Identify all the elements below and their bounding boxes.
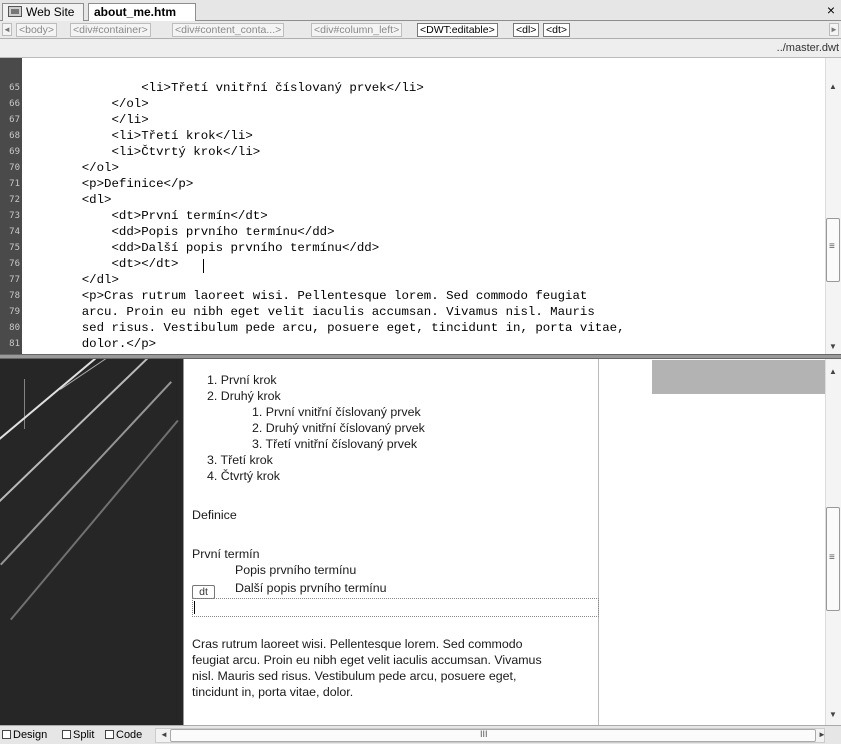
scroll-right-icon[interactable]: ► bbox=[815, 730, 829, 739]
line-number: 65 bbox=[9, 83, 20, 93]
nested-list-item[interactable]: 1. První vnitřní číslovaný prvek bbox=[252, 405, 421, 419]
code-line[interactable]: <dd>Další popis prvního termínu</dd> bbox=[52, 241, 379, 255]
nested-list-item[interactable]: 3. Třetí vnitřní číslovaný prvek bbox=[252, 437, 417, 451]
scroll-grip-icon: ≡ bbox=[829, 241, 835, 252]
tag-dwt-editable[interactable]: <DWT:editable> bbox=[417, 23, 498, 37]
tag-dt[interactable]: <dt> bbox=[543, 23, 571, 37]
design-cursor bbox=[194, 601, 195, 614]
ordered-list-item[interactable]: 4. Čtvrtý krok bbox=[207, 469, 280, 483]
code-line[interactable]: <dd>Popis prvního termínu</dd> bbox=[52, 225, 334, 239]
scroll-left-icon[interactable]: ◄ bbox=[157, 730, 171, 739]
line-number: 71 bbox=[9, 179, 20, 189]
tag-dl[interactable]: <dl> bbox=[513, 23, 540, 37]
header-photo bbox=[0, 359, 183, 725]
dt-tag-badge: dt bbox=[192, 585, 215, 599]
tag-body[interactable]: <body> bbox=[16, 23, 58, 37]
tag-div-content-container[interactable]: <div#content_conta...> bbox=[172, 23, 285, 37]
sidebar-box-edge bbox=[652, 359, 825, 360]
code-line[interactable]: <dt></dt> bbox=[52, 257, 178, 271]
scroll-grip-icon: ≡ bbox=[829, 552, 835, 563]
code-line[interactable]: <li>Třetí vnitřní číslovaný prvek</li> bbox=[52, 81, 424, 95]
code-view[interactable]: 65 66 67 68 69 70 71 72 73 74 75 76 77 7… bbox=[0, 58, 841, 354]
scroll-grip-icon: III bbox=[480, 729, 488, 739]
template-path-bar: ../master.dwt bbox=[0, 39, 841, 58]
code-line[interactable]: </li> bbox=[52, 113, 148, 127]
code-line[interactable]: <dt>První termín</dt> bbox=[52, 209, 267, 223]
paragraph-line[interactable]: Cras rutrum laoreet wisi. Pellentesque l… bbox=[192, 637, 523, 651]
line-number: 76 bbox=[9, 259, 20, 269]
site-icon bbox=[8, 6, 22, 17]
line-number-gutter: 65 66 67 68 69 70 71 72 73 74 75 76 77 7… bbox=[0, 58, 22, 354]
tab-web-site[interactable]: Web Site bbox=[2, 3, 84, 21]
definition-paragraph[interactable]: Definice bbox=[192, 508, 237, 522]
tag-scroll-left-icon[interactable]: ◄ bbox=[2, 23, 12, 36]
line-number: 77 bbox=[9, 275, 20, 285]
line-number: 80 bbox=[9, 323, 20, 333]
line-number: 68 bbox=[9, 131, 20, 141]
line-number: 79 bbox=[9, 307, 20, 317]
tag-scroll-right-icon[interactable]: ► bbox=[829, 23, 839, 36]
code-view-icon bbox=[105, 730, 114, 739]
code-line[interactable]: sed risus. Vestibulum pede arcu, posuere… bbox=[52, 321, 625, 335]
design-view-label: Design bbox=[13, 729, 48, 741]
definition-term[interactable]: První termín bbox=[192, 547, 259, 561]
definition-description[interactable]: Popis prvního termínu bbox=[235, 563, 356, 577]
line-number: 72 bbox=[9, 195, 20, 205]
code-line[interactable]: </ol> bbox=[52, 161, 119, 175]
paragraph-line[interactable]: nisl. Mauris sed risus. Vestibulum pede … bbox=[192, 669, 516, 683]
line-number: 73 bbox=[9, 211, 20, 221]
code-line[interactable]: dolor.</p> bbox=[52, 337, 156, 351]
empty-definition-term[interactable] bbox=[192, 598, 599, 617]
tag-div-column-left[interactable]: <div#column_left> bbox=[311, 23, 403, 37]
tag-div-container[interactable]: <div#container> bbox=[70, 23, 151, 37]
code-line[interactable]: <li>Čtvrtý krok</li> bbox=[52, 145, 260, 159]
line-number: 67 bbox=[9, 115, 20, 125]
paragraph-line[interactable]: tincidunt in, porta vitae, dolor. bbox=[192, 685, 353, 699]
tab-web-site-label: Web Site bbox=[26, 5, 75, 19]
code-line[interactable]: <p>Definice</p> bbox=[52, 177, 194, 191]
template-path[interactable]: ../master.dwt bbox=[777, 42, 839, 54]
ordered-list-item[interactable]: 1. První krok bbox=[207, 373, 277, 387]
tag-selector-bar: ◄ <body> <div#container> <div#content_co… bbox=[0, 21, 841, 39]
nested-list-item[interactable]: 2. Druhý vnitřní číslovaný prvek bbox=[252, 421, 425, 435]
ordered-list-item[interactable]: 2. Druhý krok bbox=[207, 389, 281, 403]
design-view-button[interactable]: Design bbox=[2, 728, 47, 742]
definition-description[interactable]: Další popis prvního termínu bbox=[235, 581, 387, 595]
document-tab-bar: Web Site about_me.htm × bbox=[0, 0, 841, 22]
close-document-icon[interactable]: × bbox=[827, 2, 835, 18]
sidebar-box bbox=[652, 359, 825, 394]
scroll-down-icon[interactable]: ▼ bbox=[826, 342, 840, 351]
text-cursor bbox=[203, 259, 204, 273]
split-view-label: Split bbox=[73, 729, 95, 741]
code-view-label: Code bbox=[116, 729, 143, 741]
line-number: 81 bbox=[9, 339, 20, 349]
line-number: 75 bbox=[9, 243, 20, 253]
code-line[interactable]: </dl> bbox=[52, 273, 119, 287]
scroll-up-icon[interactable]: ▲ bbox=[826, 367, 840, 376]
code-line[interactable]: <dl> bbox=[52, 193, 112, 207]
horizontal-scroll-thumb[interactable] bbox=[170, 729, 816, 742]
code-line[interactable]: arcu. Proin eu nibh eget velit iaculis a… bbox=[52, 305, 595, 319]
paragraph-line[interactable]: feugiat arcu. Proin eu nibh eget velit i… bbox=[192, 653, 542, 667]
ordered-list-item[interactable]: 3. Třetí krok bbox=[207, 453, 273, 467]
code-view-button[interactable]: Code bbox=[105, 728, 142, 742]
line-number: 66 bbox=[9, 99, 20, 109]
scroll-down-icon[interactable]: ▼ bbox=[826, 710, 840, 719]
split-view-icon bbox=[62, 730, 71, 739]
design-view-icon bbox=[2, 730, 11, 739]
line-number: 74 bbox=[9, 227, 20, 237]
tab-about-me-label: about_me.htm bbox=[94, 5, 177, 19]
tab-about-me[interactable]: about_me.htm bbox=[88, 3, 196, 22]
scroll-up-icon[interactable]: ▲ bbox=[826, 82, 840, 91]
split-view-button[interactable]: Split bbox=[62, 728, 94, 742]
code-line[interactable]: <p>Cras rutrum laoreet wisi. Pellentesqu… bbox=[52, 289, 588, 303]
design-view[interactable]: 1. První krok 2. Druhý krok 1. První vni… bbox=[0, 359, 841, 725]
code-line[interactable]: <li>Třetí krok</li> bbox=[52, 129, 252, 143]
line-number: 78 bbox=[9, 291, 20, 301]
code-line[interactable]: </ol> bbox=[52, 97, 148, 111]
line-number: 69 bbox=[9, 147, 20, 157]
code-vertical-scrollbar[interactable] bbox=[825, 58, 841, 354]
view-bar: Design Split Code ◄ III ► bbox=[0, 725, 841, 744]
line-number: 70 bbox=[9, 163, 20, 173]
